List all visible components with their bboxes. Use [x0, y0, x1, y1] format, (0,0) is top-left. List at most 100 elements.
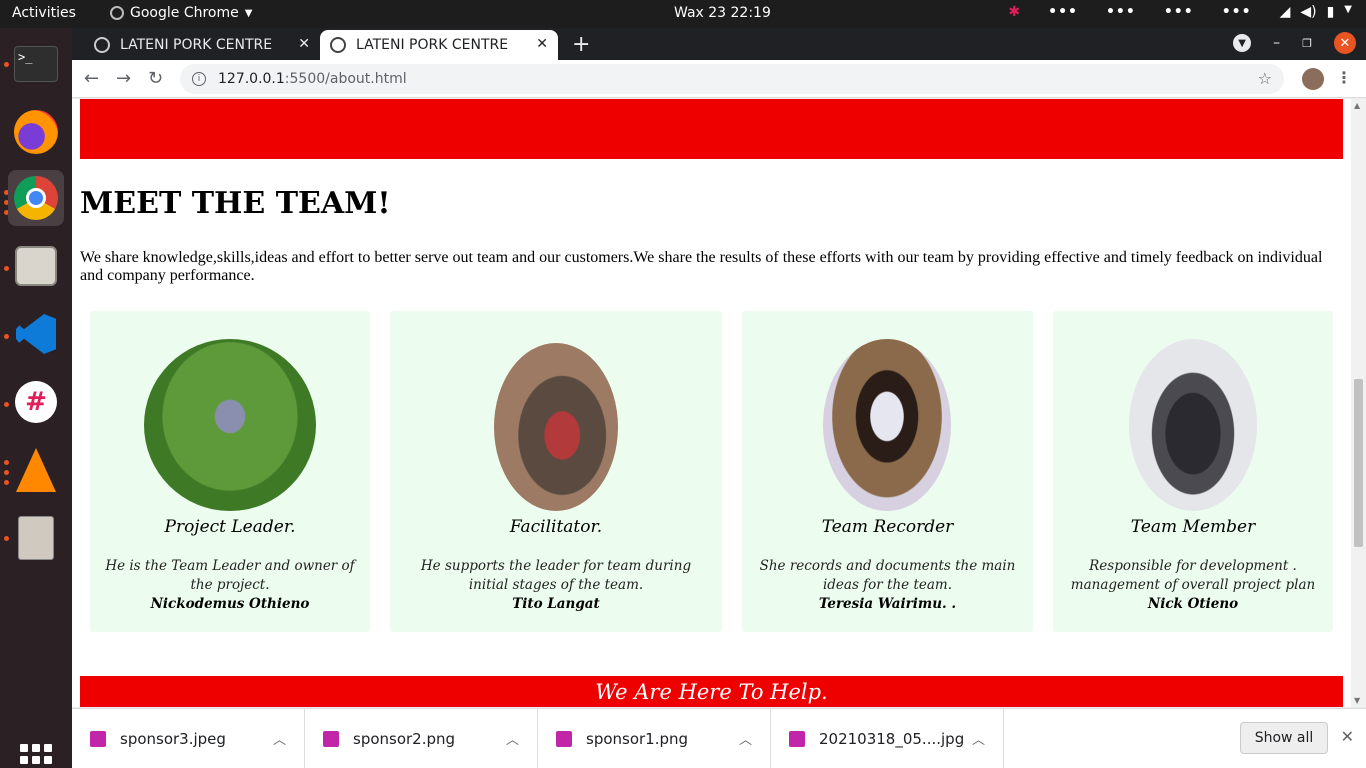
team-member-name: Tito Langat [512, 596, 600, 612]
tab-title: LATENI PORK CENTRE [356, 37, 509, 53]
vlc-launcher[interactable] [8, 442, 64, 498]
team-role: Team Recorder [821, 517, 954, 537]
download-filename: sponsor3.jpeg [120, 730, 226, 748]
download-item[interactable]: sponsor1.png ︿ [538, 709, 771, 768]
slack-tray-icon[interactable]: ✱ [1008, 4, 1020, 20]
team-description: She records and documents the main ideas… [759, 558, 1016, 593]
address-bar[interactable]: i 127.0.0.1:5500/about.html ☆ [180, 64, 1284, 94]
team-role: Facilitator. [509, 517, 603, 537]
team-intro-text: We share knowledge,skills,ideas and effo… [80, 249, 1323, 284]
vscode-icon [16, 314, 56, 354]
system-top-bar: Activities Google Chrome ▼ Wax 23 22:19 … [0, 0, 1366, 28]
close-tab-icon[interactable]: ✕ [536, 36, 548, 52]
archive-manager-launcher[interactable] [8, 510, 64, 566]
download-item[interactable]: sponsor2.png ︿ [305, 709, 538, 768]
team-card: Team Member Responsible for development … [1053, 311, 1333, 632]
close-window-icon[interactable]: ✕ [1334, 32, 1356, 54]
tray-overflow-icon[interactable]: ••• [1164, 4, 1194, 20]
chrome-launcher[interactable] [8, 170, 64, 226]
browser-toolbar: ← → ↻ i 127.0.0.1:5500/about.html ☆ ⋮ [72, 60, 1366, 98]
close-tab-icon[interactable]: ✕ [298, 36, 310, 52]
slack-icon: # [15, 381, 57, 423]
close-downloads-icon[interactable]: ✕ [1341, 727, 1354, 746]
image-file-icon [323, 731, 339, 747]
image-file-icon [556, 731, 572, 747]
scroll-up-icon[interactable]: ▲ [1354, 101, 1360, 110]
firefox-icon [14, 110, 58, 154]
image-file-icon [789, 731, 805, 747]
header-red-band [80, 99, 1343, 159]
wifi-icon: ◢ [1279, 4, 1291, 20]
new-tab-icon[interactable]: + [572, 32, 590, 57]
reload-icon[interactable]: ↻ [148, 68, 163, 89]
terminal-launcher[interactable]: >_ [8, 36, 64, 92]
team-member-photo [823, 339, 951, 511]
team-member-photo [494, 343, 618, 511]
terminal-icon: >_ [14, 46, 58, 82]
image-file-icon [90, 731, 106, 747]
scroll-down-icon[interactable]: ▼ [1354, 696, 1360, 705]
tray-overflow-icon[interactable]: ••• [1106, 4, 1136, 20]
team-member-name: Nick Otieno [1147, 596, 1239, 612]
download-filename: sponsor2.png [353, 730, 456, 748]
team-description: He supports the leader for team during i… [420, 558, 692, 593]
forward-icon[interactable]: → [116, 68, 131, 89]
downloads-bar: sponsor3.jpeg ︿ sponsor2.png ︿ sponsor1.… [72, 708, 1366, 768]
profile-avatar[interactable] [1302, 68, 1324, 90]
vlc-icon [16, 448, 56, 492]
site-info-icon[interactable]: i [192, 72, 206, 86]
tab-search-icon[interactable]: ▼ [1233, 34, 1252, 52]
show-all-downloads-button[interactable]: Show all [1240, 722, 1328, 754]
help-banner: We Are Here To Help. [80, 676, 1343, 707]
chrome-small-icon [110, 6, 124, 20]
chevron-up-icon[interactable]: ︿ [972, 729, 985, 748]
team-card: Team Recorder She records and documents … [742, 311, 1033, 632]
window-controls: ▼ – ❐ ✕ [1233, 32, 1356, 54]
team-member-photo [1129, 339, 1257, 511]
tray-overflow-icon[interactable]: ••• [1222, 4, 1252, 20]
app-name: Google Chrome [130, 5, 239, 21]
page-scrollbar[interactable]: ▲ ▼ [1351, 99, 1366, 707]
browser-tab-active[interactable]: LATENI PORK CENTRE ✕ [320, 30, 558, 60]
team-member-name: Teresia Wairimu. . [818, 596, 957, 612]
team-member-name: Nickodemus Othieno [150, 596, 310, 612]
volume-icon: ◀) [1300, 4, 1317, 20]
show-applications-icon[interactable] [20, 744, 52, 768]
battery-icon: ▮ [1326, 4, 1335, 20]
download-filename: sponsor1.png [586, 730, 689, 748]
download-item[interactable]: sponsor3.jpeg ︿ [72, 709, 305, 768]
maximize-icon[interactable]: ❐ [1302, 37, 1312, 50]
team-role: Project Leader. [164, 517, 296, 537]
team-member-photo [144, 339, 316, 511]
team-card: Facilitator. He supports the leader for … [390, 311, 722, 632]
back-icon[interactable]: ← [84, 68, 99, 89]
chevron-up-icon[interactable]: ︿ [273, 729, 286, 748]
download-item[interactable]: 20210318_05....jpg ︿ [771, 709, 1004, 768]
files-launcher[interactable] [8, 238, 64, 294]
chevron-up-icon[interactable]: ︿ [739, 729, 752, 748]
slack-launcher[interactable]: # [8, 374, 64, 430]
dock: >_ # [0, 28, 72, 768]
chrome-icon [14, 176, 58, 220]
system-tray: ✱ ••• ••• ••• ••• ◢ ◀) ▮ ▼ [1008, 4, 1352, 20]
page-title: MEET THE TEAM! [80, 186, 391, 221]
vscode-launcher[interactable] [8, 306, 64, 362]
download-filename: 20210318_05....jpg [819, 730, 965, 748]
app-menu[interactable]: Google Chrome ▼ [110, 5, 252, 21]
clock[interactable]: Wax 23 22:19 [674, 5, 771, 21]
system-status-menu[interactable]: ◢ ◀) ▮ ▼ [1280, 4, 1352, 20]
browser-tab[interactable]: LATENI PORK CENTRE ✕ [84, 30, 320, 60]
minimize-icon[interactable]: – [1273, 35, 1280, 51]
folder-icon [15, 246, 57, 286]
globe-icon [94, 37, 110, 53]
team-description: He is the Team Leader and owner of the p… [105, 558, 355, 593]
menu-kebab-icon[interactable]: ⋮ [1336, 68, 1352, 87]
activities-button[interactable]: Activities [12, 5, 76, 21]
firefox-launcher[interactable] [8, 104, 64, 160]
tab-strip: LATENI PORK CENTRE ✕ LATENI PORK CENTRE … [72, 28, 1366, 60]
scrollbar-thumb[interactable] [1354, 379, 1363, 547]
url-path: :5500/about.html [284, 71, 407, 87]
bookmark-star-icon[interactable]: ☆ [1258, 69, 1272, 88]
tray-overflow-icon[interactable]: ••• [1048, 4, 1078, 20]
chevron-up-icon[interactable]: ︿ [506, 729, 519, 748]
